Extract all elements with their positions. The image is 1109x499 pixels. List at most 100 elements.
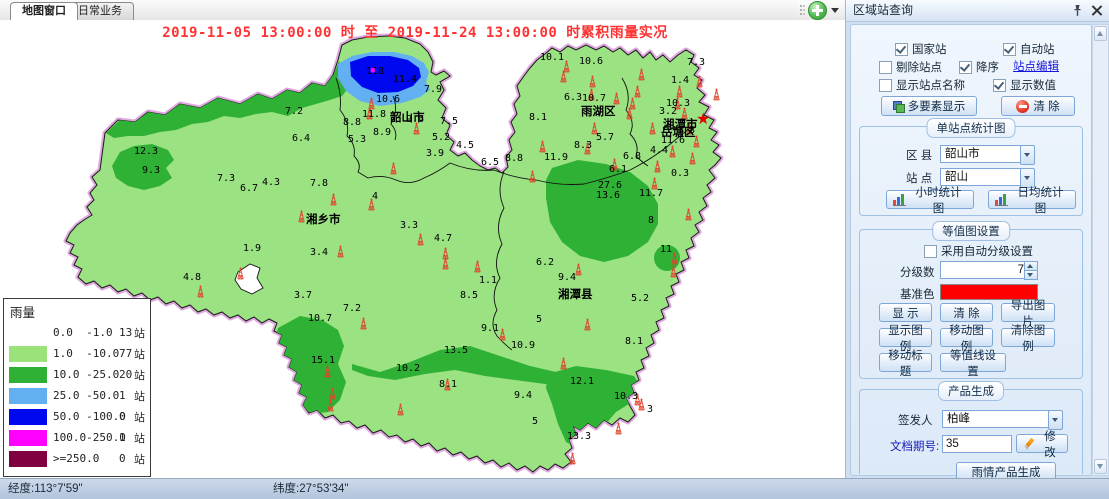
- level-count-label: 分级数: [900, 264, 935, 280]
- group-product: 产品生成 签发人 柏峰 文档期号: 修改 雨情产品生成: [859, 389, 1083, 474]
- svg-text:8.1: 8.1: [439, 379, 457, 390]
- svg-text:5: 5: [532, 416, 538, 427]
- clear-stations-button[interactable]: 清 除: [1001, 96, 1075, 116]
- svg-text:5.2: 5.2: [432, 132, 450, 143]
- daily-chart-button[interactable]: 日均统计图: [988, 190, 1076, 209]
- svg-text:11.8: 11.8: [362, 109, 386, 120]
- contour-button-7[interactable]: 等值线设置: [940, 353, 1006, 372]
- svg-text:7.3: 7.3: [217, 173, 235, 184]
- spinner-down-icon[interactable]: [1024, 270, 1038, 280]
- svg-text:118: 118: [366, 66, 384, 77]
- pin-icon[interactable]: [1072, 4, 1083, 17]
- svg-text:6.8: 6.8: [623, 151, 641, 162]
- svg-text:3.4: 3.4: [310, 247, 328, 258]
- doc-number-input[interactable]: [942, 435, 1012, 453]
- legend-row: 50.0 -100.00站: [4, 406, 150, 427]
- issuer-label: 签发人: [898, 412, 933, 428]
- svg-text:6.2: 6.2: [536, 257, 554, 268]
- add-plus-icon[interactable]: [808, 1, 827, 20]
- contour-button-3[interactable]: 显示图例: [879, 328, 932, 347]
- legend-row: 0.0 -1.013站: [4, 322, 150, 343]
- svg-text:雨湖区: 雨湖区: [581, 104, 616, 118]
- toolbar-dropdown-icon[interactable]: [831, 8, 839, 13]
- svg-text:1.4: 1.4: [671, 75, 689, 86]
- checkbox-descending[interactable]: 降序: [959, 59, 999, 75]
- panel-scrollbar[interactable]: [1092, 24, 1109, 476]
- map-toolbar: [797, 1, 843, 19]
- svg-text:6.1: 6.1: [609, 164, 627, 175]
- rainfall-legend: 雨量 0.0 -1.013站1.0 -10.077站10.0 -25.020站2…: [3, 298, 151, 477]
- panel-body: 国家站 自动站 剔除站点 降序 站点编辑 显示站点名称 显示数值 多要素显示 清…: [850, 24, 1092, 476]
- svg-text:8.8: 8.8: [343, 117, 361, 128]
- contour-button-5[interactable]: 清除图例: [1001, 328, 1055, 347]
- legend-row: >=250.00站: [4, 448, 150, 469]
- svg-text:6.4: 6.4: [292, 133, 310, 144]
- close-icon[interactable]: [1091, 4, 1102, 15]
- contour-button-0[interactable]: 显 示: [879, 303, 932, 322]
- latitude-readout: 纬度:27°53'34": [273, 479, 348, 499]
- svg-text:7.2: 7.2: [343, 303, 361, 314]
- legend-title: 雨量: [10, 302, 150, 321]
- svg-text:8.1: 8.1: [529, 112, 547, 123]
- group-product-title: 产品生成: [938, 381, 1004, 401]
- tab-map-window[interactable]: 地图窗口: [10, 2, 78, 20]
- panel-title: 区域站查询: [846, 0, 1109, 22]
- level-count-input[interactable]: [940, 261, 1028, 279]
- contour-button-1[interactable]: 清 除: [940, 303, 993, 322]
- checkbox-auto-station[interactable]: 自动站: [1003, 41, 1055, 57]
- county-select[interactable]: 韶山市: [940, 145, 1024, 163]
- svg-text:4.5: 4.5: [456, 140, 474, 151]
- contour-buttons: 显 示清 除导出图片显示图例移动图例清除图例移动标题等值线设置: [879, 303, 1071, 372]
- issuer-select[interactable]: 柏峰: [942, 410, 1052, 428]
- svg-text:13.3: 13.3: [567, 431, 591, 442]
- checkbox-show-station-name[interactable]: 显示站点名称: [879, 77, 965, 93]
- checkbox-national-station[interactable]: 国家站: [895, 41, 947, 57]
- contour-button-4[interactable]: 移动图例: [940, 328, 993, 347]
- svg-text:6.7: 6.7: [240, 183, 258, 194]
- checkbox-auto-grading[interactable]: 采用自动分级设置: [924, 243, 1033, 259]
- svg-text:湘潭县: 湘潭县: [558, 287, 593, 301]
- drag-handle-icon[interactable]: [800, 5, 802, 7]
- legend-row: 100.0-250.01站: [4, 427, 150, 448]
- svg-text:7.5: 7.5: [440, 116, 458, 127]
- scroll-down-icon[interactable]: [1094, 459, 1107, 474]
- svg-text:3.3: 3.3: [400, 220, 418, 231]
- modify-button[interactable]: 修改: [1016, 434, 1068, 453]
- svg-text:10.3: 10.3: [614, 391, 638, 402]
- contour-button-6[interactable]: 移动标题: [879, 353, 932, 372]
- bar-chart-icon: [893, 193, 906, 206]
- county-select-arrow-icon[interactable]: [1020, 145, 1035, 165]
- svg-text:3: 3: [647, 404, 653, 415]
- scroll-up-icon[interactable]: [1094, 26, 1107, 41]
- legend-row: 25.0 -50.01站: [4, 385, 150, 406]
- svg-text:3.7: 3.7: [294, 290, 312, 301]
- svg-text:9.3: 9.3: [142, 165, 160, 176]
- svg-text:10.7: 10.7: [582, 93, 606, 104]
- svg-text:11.4: 11.4: [393, 74, 417, 85]
- svg-text:10.7: 10.7: [308, 313, 332, 324]
- svg-text:8.9: 8.9: [373, 127, 391, 138]
- checkbox-show-values[interactable]: 显示数值: [993, 77, 1056, 93]
- svg-text:韶山市: 韶山市: [390, 110, 425, 124]
- hourly-chart-button[interactable]: 小时统计图: [886, 190, 974, 209]
- contour-button-2[interactable]: 导出图片: [1001, 303, 1055, 322]
- svg-text:10.2: 10.2: [396, 363, 420, 374]
- multi-element-display-button[interactable]: 多要素显示: [881, 96, 977, 116]
- svg-text:4.4: 4.4: [650, 145, 668, 156]
- station-edit-link[interactable]: 站点编辑: [1013, 58, 1059, 74]
- longitude-readout: 经度:113°7'59": [8, 479, 83, 499]
- svg-text:9.4: 9.4: [558, 272, 576, 283]
- map-canvas[interactable]: 11.410.611.87.97.28.89.68.97.55.26.45.33…: [0, 20, 845, 478]
- svg-text:5.2: 5.2: [631, 293, 649, 304]
- svg-text:8.5: 8.5: [460, 290, 478, 301]
- bar-chart-icon: [995, 193, 1008, 206]
- svg-text:1.1: 1.1: [479, 275, 497, 286]
- svg-text:8.1: 8.1: [625, 336, 643, 347]
- svg-text:6.5: 6.5: [481, 157, 499, 168]
- checkbox-exclude-station[interactable]: 剔除站点: [879, 59, 942, 75]
- svg-text:3.9: 3.9: [426, 148, 444, 159]
- svg-text:13.6: 13.6: [596, 190, 620, 201]
- doc-number-label: 文档期号:: [890, 438, 939, 454]
- svg-text:5: 5: [536, 314, 542, 325]
- group-single-station: 单站点统计图 区 县 韶山市 站 点 韶山 小时统计图 日均统计图: [859, 126, 1083, 216]
